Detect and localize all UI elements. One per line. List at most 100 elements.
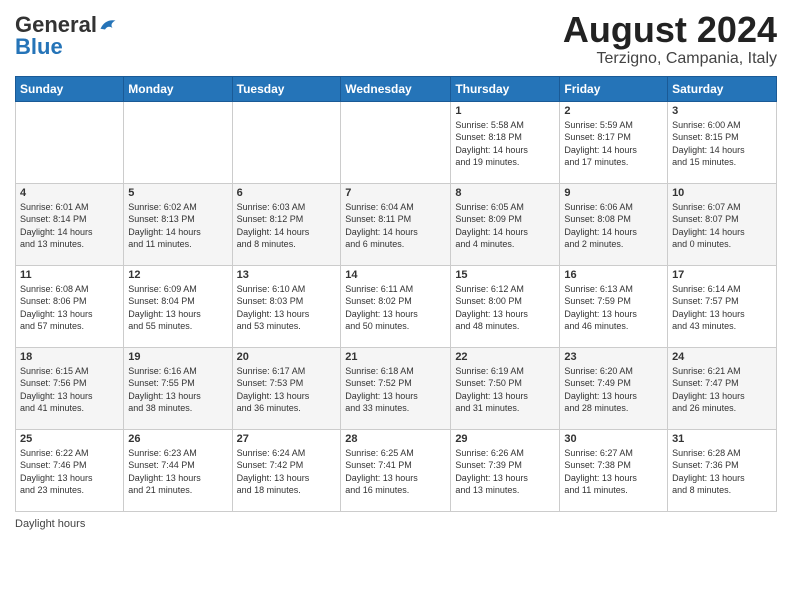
calendar-cell: 11Sunrise: 6:08 AM Sunset: 8:06 PM Dayli… bbox=[16, 265, 124, 347]
day-number: 8 bbox=[455, 187, 555, 199]
calendar-table: SundayMondayTuesdayWednesdayThursdayFrid… bbox=[15, 76, 777, 512]
calendar-cell: 26 Sunrise: 6:23 AM Sunset: 7:44 PM Dayli… bbox=[124, 429, 232, 511]
calendar-cell: 13 Sunrise: 6:10 AM Sunset: 8:03 PM Dayli… bbox=[232, 265, 341, 347]
day-info: Sunrise: 6:17 AM Sunset: 7:53 PM Dayligh… bbox=[237, 365, 337, 415]
day-info: Sunrise: 6:14 AM Sunset: 7:57 PM Dayligh… bbox=[672, 283, 772, 333]
calendar-day-header: Saturday bbox=[668, 76, 777, 101]
page: General Blue August 2024 Terzigno, Campa… bbox=[0, 0, 792, 612]
day-number: 30 bbox=[564, 433, 663, 445]
header: General Blue August 2024 Terzigno, Campa… bbox=[15, 10, 777, 68]
calendar-cell: 4 Sunrise: 6:01 AM Sunset: 8:14 PM Daylig… bbox=[16, 183, 124, 265]
day-info: Sunrise: 6:19 AM Sunset: 7:50 PM Dayligh… bbox=[455, 365, 555, 415]
day-number: 7 bbox=[345, 187, 446, 199]
day-info: Sunrise: 6:26 AM Sunset: 7:39 PM Dayligh… bbox=[455, 447, 555, 497]
day-info: Sunrise: 6:28 AM Sunset: 7:36 PM Dayligh… bbox=[672, 447, 772, 497]
day-number: 17 bbox=[672, 269, 772, 281]
day-number: 22 bbox=[455, 351, 555, 363]
calendar-cell: 6 Sunrise: 6:03 AM Sunset: 8:12 PM Daylig… bbox=[232, 183, 341, 265]
calendar-day-header: Tuesday bbox=[232, 76, 341, 101]
calendar-cell: 18 Sunrise: 6:15 AM Sunset: 7:56 PM Dayli… bbox=[16, 347, 124, 429]
logo-bird-icon bbox=[99, 16, 117, 34]
calendar-day-header: Monday bbox=[124, 76, 232, 101]
day-info: Sunrise: 6:05 AM Sunset: 8:09 PM Dayligh… bbox=[455, 201, 555, 251]
calendar-cell bbox=[124, 101, 232, 183]
day-number: 23 bbox=[564, 351, 663, 363]
calendar-header-row: SundayMondayTuesdayWednesdayThursdayFrid… bbox=[16, 76, 777, 101]
calendar-day-header: Sunday bbox=[16, 76, 124, 101]
calendar-cell: 2 Sunrise: 5:59 AM Sunset: 8:17 PM Daylig… bbox=[560, 101, 668, 183]
calendar-cell: 23 Sunrise: 6:20 AM Sunset: 7:49 PM Dayli… bbox=[560, 347, 668, 429]
day-number: 1 bbox=[455, 105, 555, 117]
calendar-week-row: 1Sunrise: 5:58 AM Sunset: 8:18 PM Daylig… bbox=[16, 101, 777, 183]
day-info: Sunrise: 6:12 AM Sunset: 8:00 PM Dayligh… bbox=[455, 283, 555, 333]
calendar-cell: 7 Sunrise: 6:04 AM Sunset: 8:11 PM Daylig… bbox=[341, 183, 451, 265]
calendar-cell: 3 Sunrise: 6:00 AM Sunset: 8:15 PM Daylig… bbox=[668, 101, 777, 183]
calendar-day-header: Wednesday bbox=[341, 76, 451, 101]
day-info: Sunrise: 6:13 AM Sunset: 7:59 PM Dayligh… bbox=[564, 283, 663, 333]
calendar-cell: 10Sunrise: 6:07 AM Sunset: 8:07 PM Dayli… bbox=[668, 183, 777, 265]
day-info: Sunrise: 6:06 AM Sunset: 8:08 PM Dayligh… bbox=[564, 201, 663, 251]
day-info: Sunrise: 6:15 AM Sunset: 7:56 PM Dayligh… bbox=[20, 365, 119, 415]
calendar-cell: 29 Sunrise: 6:26 AM Sunset: 7:39 PM Dayli… bbox=[451, 429, 560, 511]
calendar-cell: 8 Sunrise: 6:05 AM Sunset: 8:09 PM Daylig… bbox=[451, 183, 560, 265]
day-number: 14 bbox=[345, 269, 446, 281]
day-number: 13 bbox=[237, 269, 337, 281]
calendar-cell: 31 Sunrise: 6:28 AM Sunset: 7:36 PM Dayli… bbox=[668, 429, 777, 511]
calendar-cell: 27Sunrise: 6:24 AM Sunset: 7:42 PM Dayli… bbox=[232, 429, 341, 511]
calendar-cell: 5 Sunrise: 6:02 AM Sunset: 8:13 PM Daylig… bbox=[124, 183, 232, 265]
day-info: Sunrise: 6:02 AM Sunset: 8:13 PM Dayligh… bbox=[128, 201, 227, 251]
day-number: 29 bbox=[455, 433, 555, 445]
calendar-cell: 15 Sunrise: 6:12 AM Sunset: 8:00 PM Dayli… bbox=[451, 265, 560, 347]
day-number: 20 bbox=[237, 351, 337, 363]
day-info: Sunrise: 6:21 AM Sunset: 7:47 PM Dayligh… bbox=[672, 365, 772, 415]
daylight-hours-label: Daylight hours bbox=[15, 518, 85, 530]
day-number: 9 bbox=[564, 187, 663, 199]
day-number: 26 bbox=[128, 433, 227, 445]
day-info: Sunrise: 6:07 AM Sunset: 8:07 PM Dayligh… bbox=[672, 201, 772, 251]
calendar-cell: 14 Sunrise: 6:11 AM Sunset: 8:02 PM Dayli… bbox=[341, 265, 451, 347]
day-number: 16 bbox=[564, 269, 663, 281]
day-info: Sunrise: 6:08 AM Sunset: 8:06 PM Dayligh… bbox=[20, 283, 119, 333]
day-number: 5 bbox=[128, 187, 227, 199]
calendar-week-row: 18 Sunrise: 6:15 AM Sunset: 7:56 PM Dayli… bbox=[16, 347, 777, 429]
calendar-cell: 20 Sunrise: 6:17 AM Sunset: 7:53 PM Dayli… bbox=[232, 347, 341, 429]
day-number: 15 bbox=[455, 269, 555, 281]
calendar-cell: 24 Sunrise: 6:21 AM Sunset: 7:47 PM Dayli… bbox=[668, 347, 777, 429]
calendar-cell: 12Sunrise: 6:09 AM Sunset: 8:04 PM Dayli… bbox=[124, 265, 232, 347]
logo-blue-text: Blue bbox=[15, 34, 63, 59]
day-number: 4 bbox=[20, 187, 119, 199]
location-subtitle: Terzigno, Campania, Italy bbox=[563, 50, 777, 68]
title-block: August 2024 Terzigno, Campania, Italy bbox=[563, 10, 777, 68]
day-number: 3 bbox=[672, 105, 772, 117]
day-info: Sunrise: 6:00 AM Sunset: 8:15 PM Dayligh… bbox=[672, 119, 772, 169]
calendar-day-header: Friday bbox=[560, 76, 668, 101]
calendar-cell: 25Sunrise: 6:22 AM Sunset: 7:46 PM Dayli… bbox=[16, 429, 124, 511]
day-info: Sunrise: 6:23 AM Sunset: 7:44 PM Dayligh… bbox=[128, 447, 227, 497]
calendar-cell: 28Sunrise: 6:25 AM Sunset: 7:41 PM Dayli… bbox=[341, 429, 451, 511]
calendar-cell: 17 Sunrise: 6:14 AM Sunset: 7:57 PM Dayli… bbox=[668, 265, 777, 347]
day-info: Sunrise: 6:01 AM Sunset: 8:14 PM Dayligh… bbox=[20, 201, 119, 251]
day-number: 27 bbox=[237, 433, 337, 445]
day-info: Sunrise: 6:09 AM Sunset: 8:04 PM Dayligh… bbox=[128, 283, 227, 333]
day-info: Sunrise: 6:11 AM Sunset: 8:02 PM Dayligh… bbox=[345, 283, 446, 333]
day-number: 18 bbox=[20, 351, 119, 363]
day-info: Sunrise: 6:20 AM Sunset: 7:49 PM Dayligh… bbox=[564, 365, 663, 415]
day-info: Sunrise: 6:25 AM Sunset: 7:41 PM Dayligh… bbox=[345, 447, 446, 497]
calendar-day-header: Thursday bbox=[451, 76, 560, 101]
day-info: Sunrise: 6:04 AM Sunset: 8:11 PM Dayligh… bbox=[345, 201, 446, 251]
calendar-cell bbox=[341, 101, 451, 183]
logo-general-text: General bbox=[15, 14, 97, 36]
calendar-cell bbox=[232, 101, 341, 183]
day-number: 24 bbox=[672, 351, 772, 363]
day-info: Sunrise: 6:03 AM Sunset: 8:12 PM Dayligh… bbox=[237, 201, 337, 251]
day-number: 21 bbox=[345, 351, 446, 363]
calendar-cell: 30 Sunrise: 6:27 AM Sunset: 7:38 PM Dayli… bbox=[560, 429, 668, 511]
day-info: Sunrise: 6:22 AM Sunset: 7:46 PM Dayligh… bbox=[20, 447, 119, 497]
day-info: Sunrise: 6:27 AM Sunset: 7:38 PM Dayligh… bbox=[564, 447, 663, 497]
day-info: Sunrise: 6:10 AM Sunset: 8:03 PM Dayligh… bbox=[237, 283, 337, 333]
day-number: 6 bbox=[237, 187, 337, 199]
day-info: Sunrise: 6:18 AM Sunset: 7:52 PM Dayligh… bbox=[345, 365, 446, 415]
day-number: 2 bbox=[564, 105, 663, 117]
day-number: 31 bbox=[672, 433, 772, 445]
day-info: Sunrise: 5:59 AM Sunset: 8:17 PM Dayligh… bbox=[564, 119, 663, 169]
